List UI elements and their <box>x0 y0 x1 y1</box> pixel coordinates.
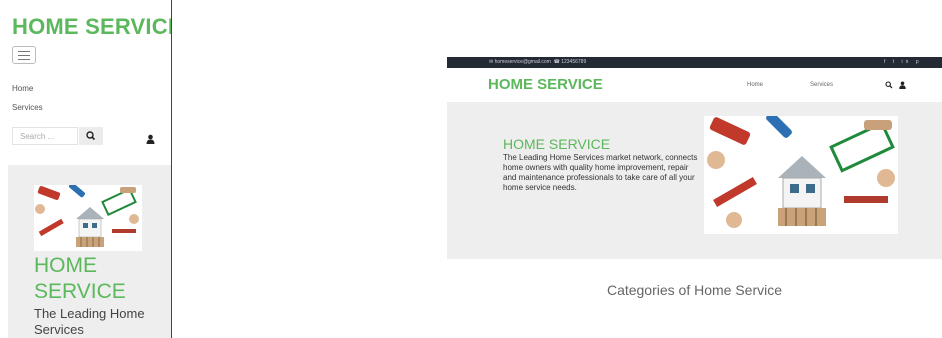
hero-section: HOME SERVICE The Leading Home Services m… <box>447 102 942 259</box>
nav-link-services[interactable]: Services <box>810 82 833 88</box>
hero-image <box>704 116 898 234</box>
hero-title: HOME SERVICE <box>34 254 126 303</box>
top-bar: ✉ homeservice@gmail.com ☎ 123456789 f t … <box>447 57 942 68</box>
hero-description: The Leading Home Services market network… <box>503 153 698 192</box>
hamburger-icon[interactable] <box>12 46 36 64</box>
site-brand[interactable]: HOME SERVICE <box>12 14 171 40</box>
desktop-view: ✉ homeservice@gmail.com ☎ 123456789 f t … <box>447 57 942 310</box>
mobile-view: HOME SERVICE Home Services Search ... HO… <box>0 0 172 338</box>
search-input[interactable]: Search ... <box>12 127 78 145</box>
categories-heading: Categories of Home Service <box>606 282 783 298</box>
nav-link-home[interactable]: Home <box>747 82 763 88</box>
user-icon[interactable] <box>146 131 155 149</box>
nav-link-services[interactable]: Services <box>12 103 43 112</box>
contact-info: ✉ homeservice@gmail.com ☎ 123456789 <box>489 59 586 65</box>
nav-link-home[interactable]: Home <box>12 84 33 93</box>
hero-section: HOME SERVICE The Leading Home Services <box>8 165 171 338</box>
email-text[interactable]: homeservice@gmail.com <box>495 59 551 65</box>
site-brand[interactable]: HOME SERVICE <box>488 76 603 93</box>
search-button[interactable] <box>79 127 103 145</box>
search-icon[interactable] <box>885 81 893 89</box>
search-icon <box>86 131 96 141</box>
hero-image <box>34 185 142 251</box>
hero-description: The Leading Home Services <box>34 306 145 337</box>
user-icon[interactable] <box>899 81 906 89</box>
social-links[interactable]: f t in p <box>884 59 922 65</box>
phone-text[interactable]: 123456789 <box>561 59 586 65</box>
email-icon: ✉ <box>489 59 494 65</box>
phone-icon: ☎ <box>553 59 560 65</box>
hero-title: HOME SERVICE <box>503 136 611 152</box>
